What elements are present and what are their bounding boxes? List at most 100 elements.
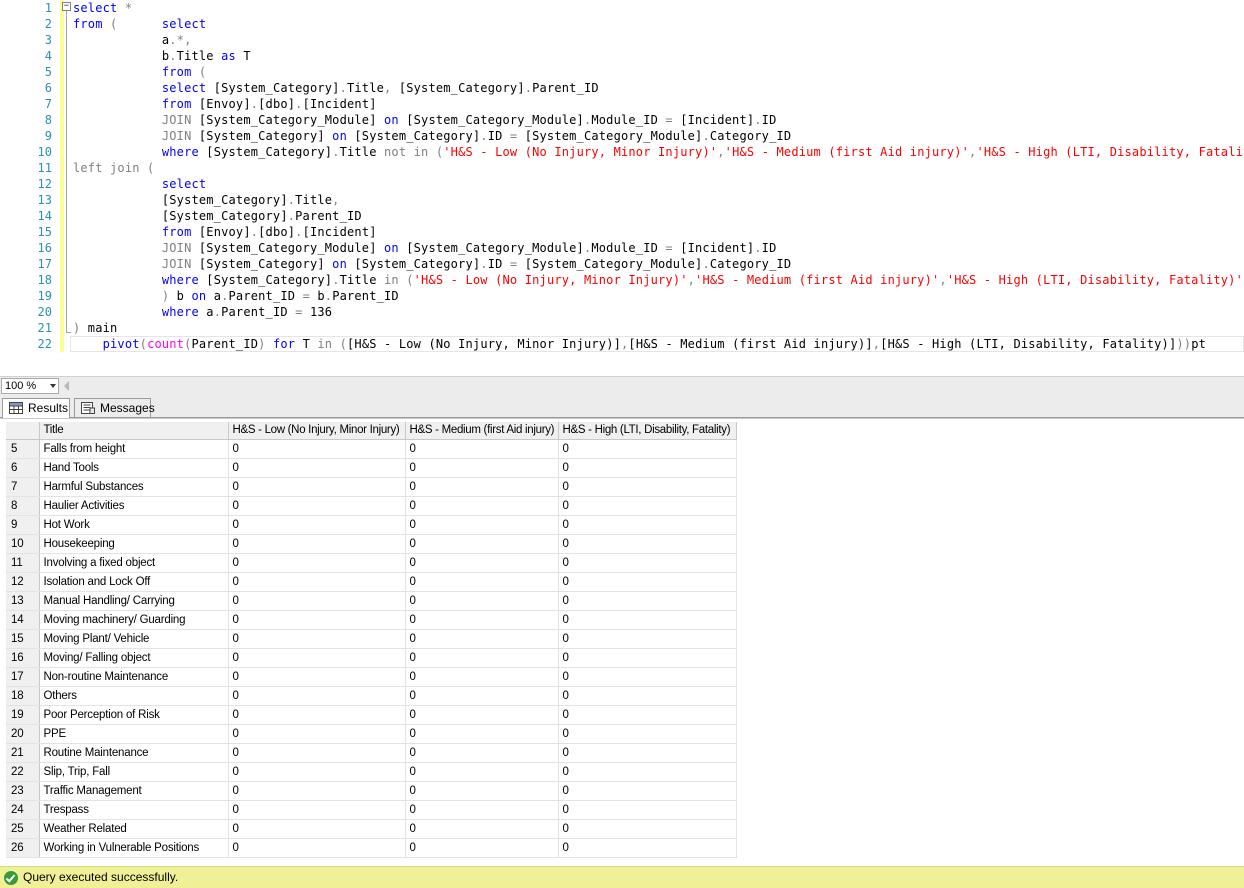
grid-cell[interactable]: 0 xyxy=(228,724,406,744)
grid-cell[interactable]: 0 xyxy=(228,667,406,687)
table-row[interactable]: 5 Falls from height 0 0 0 xyxy=(6,439,737,459)
code-line[interactable]: JOIN [System_Category_Module] on [System… xyxy=(73,240,776,256)
zoom-select[interactable]: 100 % xyxy=(1,378,59,394)
grid-cell[interactable]: 0 xyxy=(228,477,406,497)
code-line[interactable]: from ( select xyxy=(73,16,206,32)
tab-messages[interactable]: Messages xyxy=(74,398,155,418)
grid-cell[interactable]: Involving a fixed object xyxy=(39,553,229,573)
grid-cell[interactable]: Harmful Substances xyxy=(39,477,229,497)
grid-cell[interactable]: 0 xyxy=(405,553,559,573)
grid-cell[interactable]: 0 xyxy=(405,743,559,763)
table-row[interactable]: 26 Working in Vulnerable Positions 0 0 0 xyxy=(6,838,737,858)
grid-cell[interactable]: Poor Perception of Risk xyxy=(39,705,229,725)
grid-cell[interactable]: 0 xyxy=(228,439,406,459)
table-row[interactable]: 9 Hot Work 0 0 0 xyxy=(6,515,737,535)
grid-cell[interactable]: 0 xyxy=(405,724,559,744)
grid-cell[interactable]: Slip, Trip, Fall xyxy=(39,762,229,782)
grid-cell[interactable]: 0 xyxy=(228,743,406,763)
code-line[interactable]: where a.Parent_ID = 136 xyxy=(73,304,332,320)
column-header[interactable]: H&S - Low (No Injury, Minor Injury) xyxy=(228,422,406,440)
code-line[interactable]: b.Title as T xyxy=(73,48,251,64)
grid-cell[interactable]: 0 xyxy=(558,800,737,820)
code-line[interactable]: JOIN [System_Category_Module] on [System… xyxy=(73,112,776,128)
row-number[interactable]: 19 xyxy=(6,705,40,725)
grid-cell[interactable]: 0 xyxy=(405,610,559,630)
grid-cell[interactable]: Moving machinery/ Guarding xyxy=(39,610,229,630)
table-row[interactable]: 12 Isolation and Lock Off 0 0 0 xyxy=(6,572,737,592)
query-editor[interactable]: 1 2 3 4 5 6 7 8 9 10 11 12 13 14 15 16 17 18 19 20 21 22 − se… xyxy=(0,0,1244,376)
row-number[interactable]: 14 xyxy=(6,610,40,630)
grid-cell[interactable]: Manual Handling/ Carrying xyxy=(39,591,229,611)
grid-cell[interactable]: 0 xyxy=(405,439,559,459)
row-number[interactable]: 10 xyxy=(6,534,40,554)
grid-cell[interactable]: 0 xyxy=(558,686,737,706)
column-header[interactable]: H&S - High (LTI, Disability, Fatality) xyxy=(558,422,737,440)
code-line[interactable]: select [System_Category].Title, [System_… xyxy=(73,80,599,96)
code-line[interactable]: pivot(count(Parent_ID) for T in ([H&S - … xyxy=(73,336,1206,352)
grid-cell[interactable]: 0 xyxy=(405,705,559,725)
table-row[interactable]: 16 Moving/ Falling object 0 0 0 xyxy=(6,648,737,668)
grid-cell[interactable]: 0 xyxy=(405,686,559,706)
grid-cell[interactable]: 0 xyxy=(228,610,406,630)
grid-cell[interactable]: 0 xyxy=(405,648,559,668)
grid-cell[interactable]: 0 xyxy=(405,496,559,516)
table-row[interactable]: 23 Traffic Management 0 0 0 xyxy=(6,781,737,801)
grid-cell[interactable]: 0 xyxy=(558,458,737,478)
grid-cell[interactable]: 0 xyxy=(558,610,737,630)
row-number[interactable]: 13 xyxy=(6,591,40,611)
code-line[interactable]: select * xyxy=(73,0,132,16)
table-row[interactable]: 22 Slip, Trip, Fall 0 0 0 xyxy=(6,762,737,782)
row-number[interactable]: 26 xyxy=(6,838,40,858)
table-row[interactable]: 24 Trespass 0 0 0 xyxy=(6,800,737,820)
grid-cell[interactable]: 0 xyxy=(228,838,406,858)
grid-cell[interactable]: 0 xyxy=(228,629,406,649)
table-row[interactable]: 13 Manual Handling/ Carrying 0 0 0 xyxy=(6,591,737,611)
grid-cell[interactable]: Hand Tools xyxy=(39,458,229,478)
table-row[interactable]: 18 Others 0 0 0 xyxy=(6,686,737,706)
table-row[interactable]: 11 Involving a fixed object 0 0 0 xyxy=(6,553,737,573)
grid-cell[interactable]: 0 xyxy=(558,705,737,725)
grid-cell[interactable]: 0 xyxy=(228,762,406,782)
grid-cell[interactable]: PPE xyxy=(39,724,229,744)
code-line[interactable]: where [System_Category].Title not in ('H… xyxy=(73,144,1244,160)
grid-cell[interactable]: 0 xyxy=(228,553,406,573)
grid-cell[interactable]: 0 xyxy=(558,515,737,535)
grid-cell[interactable]: Housekeeping xyxy=(39,534,229,554)
grid-cell[interactable]: 0 xyxy=(405,629,559,649)
grid-cell[interactable]: 0 xyxy=(558,534,737,554)
grid-cell[interactable]: 0 xyxy=(405,838,559,858)
grid-cell[interactable]: Working in Vulnerable Positions xyxy=(39,838,229,858)
grid-cell[interactable]: 0 xyxy=(405,572,559,592)
grid-cell[interactable]: 0 xyxy=(558,743,737,763)
code-line[interactable]: select xyxy=(73,176,206,192)
grid-cell[interactable]: 0 xyxy=(558,648,737,668)
grid-cell[interactable]: 0 xyxy=(558,819,737,839)
table-row[interactable]: 20 PPE 0 0 0 xyxy=(6,724,737,744)
scroll-left-icon[interactable] xyxy=(64,381,69,391)
grid-cell[interactable]: 0 xyxy=(558,762,737,782)
grid-cell[interactable]: Weather Related xyxy=(39,819,229,839)
grid-cell[interactable]: 0 xyxy=(228,591,406,611)
code-line[interactable]: JOIN [System_Category] on [System_Catego… xyxy=(73,256,791,272)
grid-cell[interactable]: 0 xyxy=(405,781,559,801)
tab-results[interactable]: Results xyxy=(2,398,70,419)
row-number[interactable]: 21 xyxy=(6,743,40,763)
grid-cell[interactable]: 0 xyxy=(558,572,737,592)
row-number[interactable]: 8 xyxy=(6,496,40,516)
row-number[interactable]: 23 xyxy=(6,781,40,801)
table-row[interactable]: 6 Hand Tools 0 0 0 xyxy=(6,458,737,478)
row-number[interactable]: 25 xyxy=(6,819,40,839)
grid-cell[interactable]: 0 xyxy=(558,591,737,611)
row-number[interactable]: 17 xyxy=(6,667,40,687)
grid-cell[interactable]: Trespass xyxy=(39,800,229,820)
row-number[interactable]: 15 xyxy=(6,629,40,649)
grid-cell[interactable]: 0 xyxy=(228,534,406,554)
grid-cell[interactable]: 0 xyxy=(405,762,559,782)
grid-cell[interactable]: 0 xyxy=(558,667,737,687)
grid-cell[interactable]: 0 xyxy=(228,800,406,820)
code-line[interactable]: [System_Category].Title, xyxy=(73,192,340,208)
grid-cell[interactable]: 0 xyxy=(405,458,559,478)
code-line[interactable]: from [Envoy].[dbo].[Incident] xyxy=(73,224,377,240)
row-number[interactable]: 5 xyxy=(6,439,40,459)
code-line[interactable]: left join ( xyxy=(73,160,154,176)
